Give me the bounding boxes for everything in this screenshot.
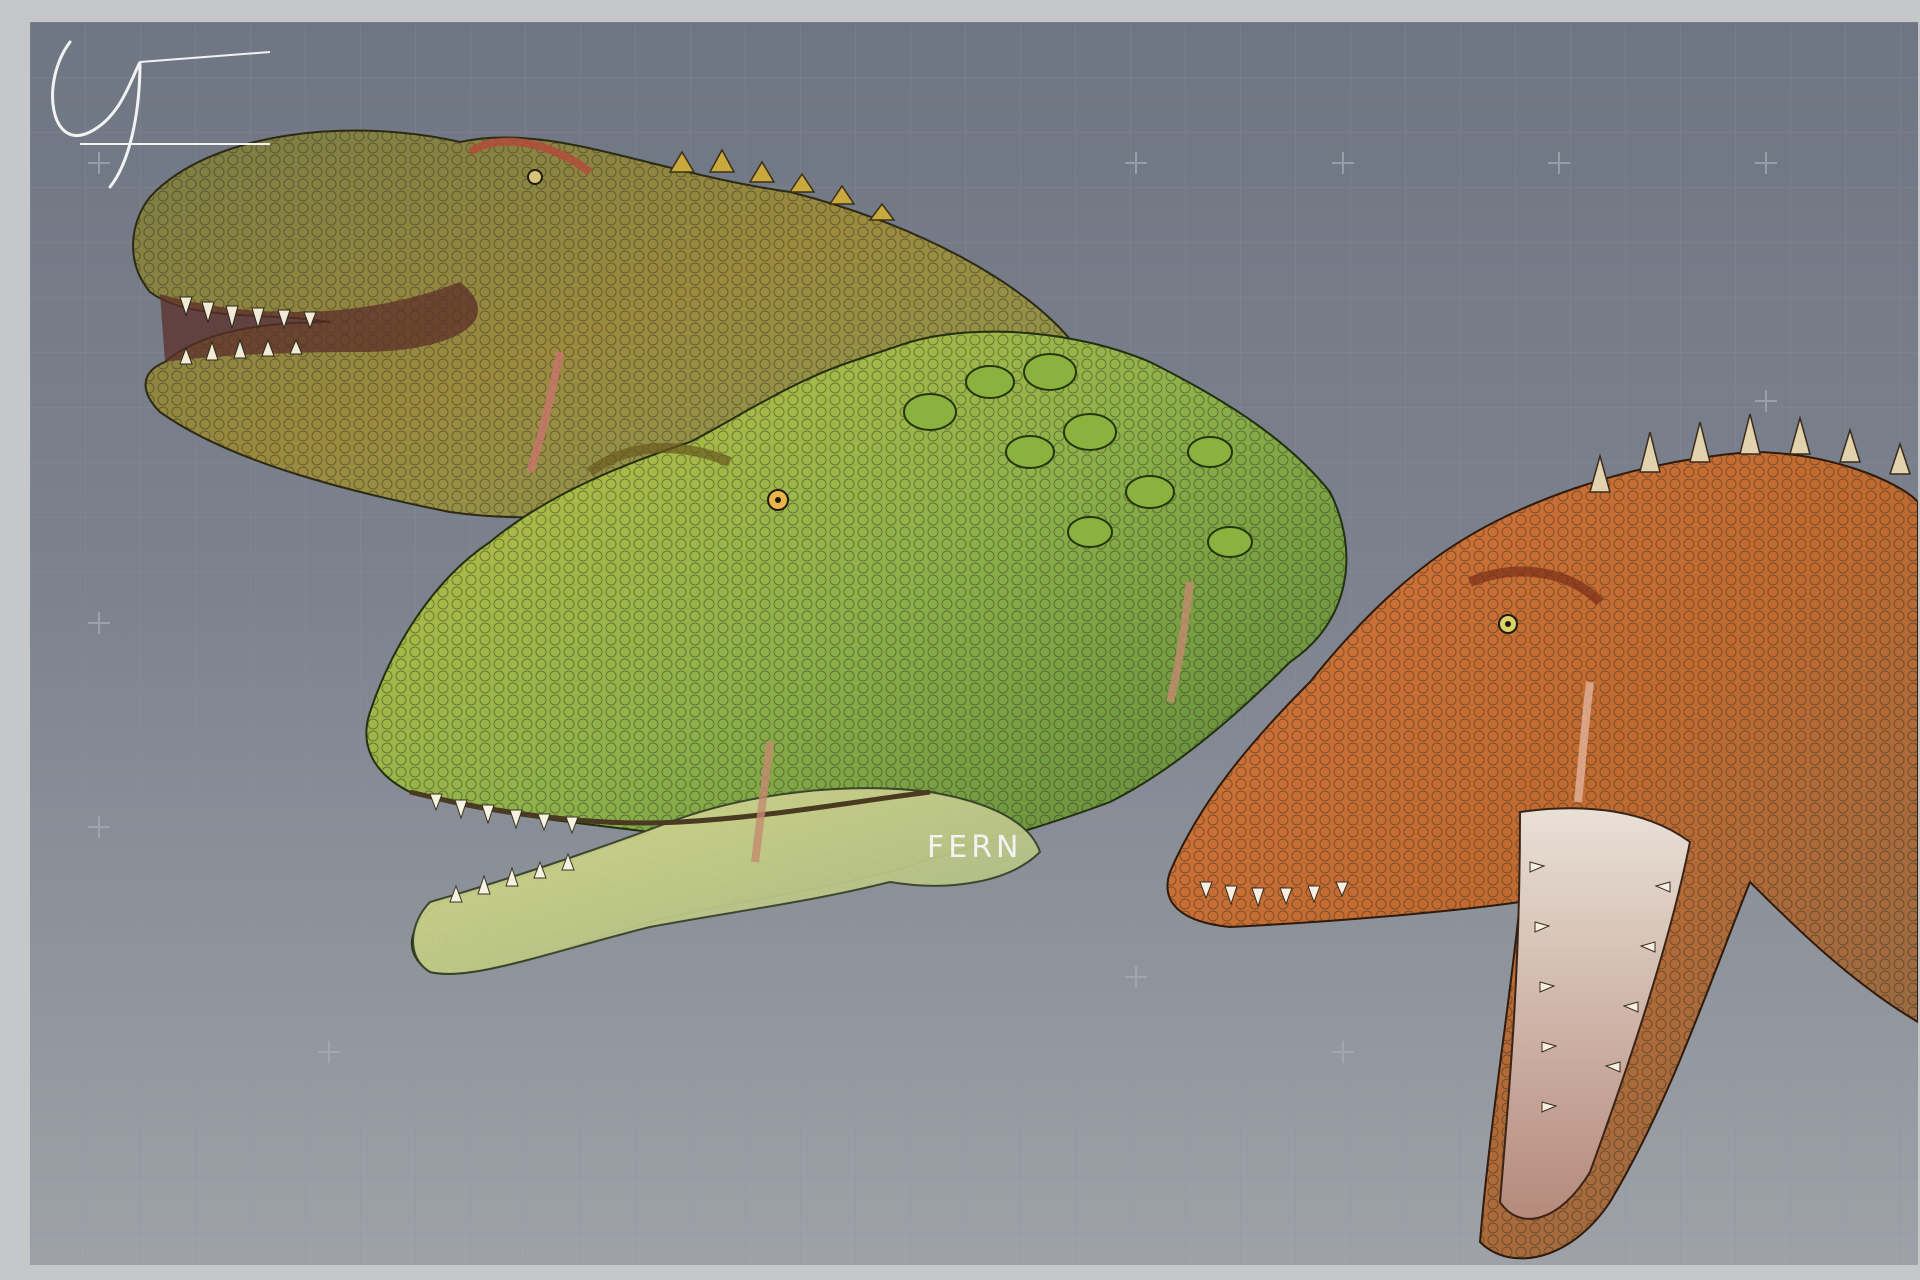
image-frame: FERN — [0, 0, 1920, 1280]
illustration — [30, 22, 1918, 1265]
artist-signature: FERN — [927, 830, 1023, 865]
artist-signature-mark — [51, 40, 271, 189]
artwork-canvas: FERN — [30, 22, 1918, 1265]
